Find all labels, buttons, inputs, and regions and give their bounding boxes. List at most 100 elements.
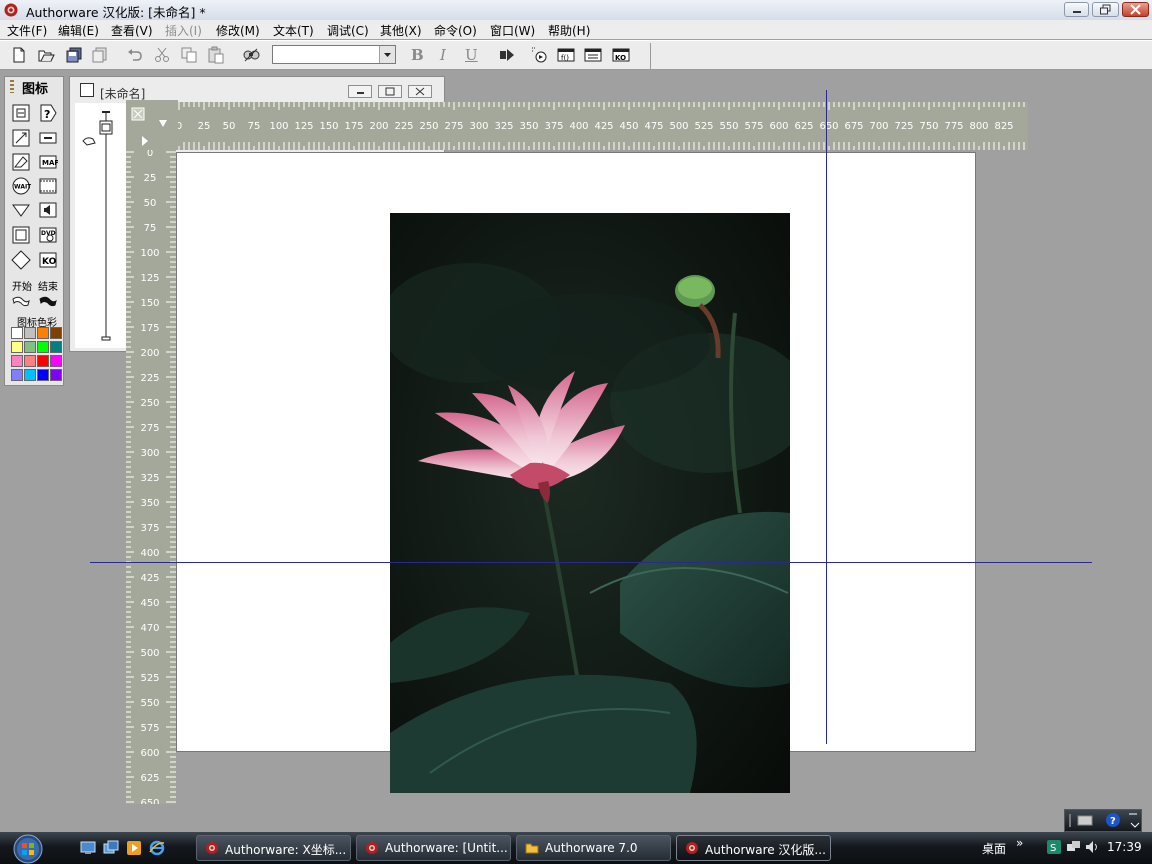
erase-icon[interactable] bbox=[11, 152, 31, 172]
tray-network-icon[interactable] bbox=[1065, 839, 1081, 855]
vertical-ruler[interactable]: 0 25 50 75 100 125 150 175 200 225 250 275 300 325 350… bbox=[126, 148, 176, 809]
icon-color-swatch[interactable] bbox=[50, 327, 62, 339]
taskbar-task-button[interactable]: Authorware: X坐标... bbox=[196, 835, 351, 861]
menu-modify[interactable]: 修改(M) bbox=[216, 22, 260, 39]
icon-color-swatch[interactable] bbox=[11, 341, 23, 353]
copy-icon[interactable] bbox=[180, 46, 198, 64]
italic-button[interactable]: I bbox=[440, 46, 446, 64]
lotus-image bbox=[390, 213, 790, 793]
flowline-close-button[interactable] bbox=[408, 85, 432, 98]
dvd-icon[interactable]: DVD bbox=[38, 225, 58, 245]
taskbar-task-button[interactable]: Authorware 7.0 bbox=[516, 835, 671, 861]
media-player-icon[interactable] bbox=[126, 840, 142, 856]
menu-bar: 文件(F) 编辑(E) 查看(V) 插入(I) 修改(M) 文本(T) 调试(C… bbox=[0, 20, 1152, 39]
undo-icon[interactable] bbox=[126, 46, 144, 64]
icon-color-swatch[interactable] bbox=[37, 369, 49, 381]
title-bar[interactable]: Authorware 汉化版: [未命名] * bbox=[0, 0, 1152, 21]
menu-edit[interactable]: 编辑(E) bbox=[58, 22, 99, 39]
icon-color-swatch[interactable] bbox=[50, 355, 62, 367]
icon-color-swatch[interactable] bbox=[11, 369, 23, 381]
show-desktop-icon[interactable] bbox=[80, 840, 96, 856]
restore-button[interactable] bbox=[1092, 2, 1119, 17]
knowledge-objects-icon[interactable]: KO bbox=[612, 46, 630, 64]
open-file-icon[interactable] bbox=[37, 46, 55, 64]
minimize-button[interactable] bbox=[1064, 2, 1089, 17]
functions-icon[interactable]: f() bbox=[557, 46, 575, 64]
motion-icon[interactable] bbox=[11, 128, 31, 148]
tray-chevron[interactable]: » bbox=[1016, 836, 1023, 850]
taskbar-clock[interactable]: 17:39 bbox=[1107, 840, 1142, 854]
presentation-window[interactable]: 0 25 50 75 100 125 150 175 200 225 250 275 300 325 350… bbox=[90, 90, 1092, 809]
icon-color-swatch[interactable] bbox=[11, 355, 23, 367]
start-flag-icon[interactable] bbox=[11, 291, 31, 311]
interaction-icon[interactable]: ? bbox=[38, 103, 58, 123]
display-icon[interactable] bbox=[11, 103, 31, 123]
maximize-icon bbox=[385, 87, 395, 96]
icon-color-swatch[interactable] bbox=[37, 341, 49, 353]
icon-color-swatch[interactable] bbox=[37, 327, 49, 339]
icon-color-swatch[interactable] bbox=[24, 369, 36, 381]
menu-text[interactable]: 文本(T) bbox=[273, 22, 314, 39]
menu-window[interactable]: 窗口(W) bbox=[490, 22, 535, 39]
icon-color-swatch[interactable] bbox=[24, 355, 36, 367]
icon-color-swatch[interactable] bbox=[24, 327, 36, 339]
control-panel-icon[interactable] bbox=[530, 46, 548, 64]
end-flag-icon[interactable] bbox=[38, 291, 58, 311]
menu-commands[interactable]: 命令(O) bbox=[434, 22, 477, 39]
digital-movie-icon[interactable] bbox=[38, 176, 58, 196]
vertical-guide-line[interactable] bbox=[826, 90, 827, 744]
language-bar[interactable]: ? bbox=[1064, 809, 1142, 832]
start-button[interactable] bbox=[6, 833, 50, 864]
flowline-minimize-button[interactable] bbox=[348, 85, 372, 98]
paste-icon[interactable] bbox=[207, 46, 225, 64]
cut-icon[interactable] bbox=[153, 46, 171, 64]
map-icon[interactable]: MAP bbox=[38, 152, 58, 172]
icon-color-swatch[interactable] bbox=[37, 355, 49, 367]
menu-view[interactable]: 查看(V) bbox=[111, 22, 153, 39]
switch-windows-icon[interactable] bbox=[103, 840, 119, 856]
font-select-arrow[interactable] bbox=[379, 46, 395, 63]
horizontal-guide-line[interactable] bbox=[90, 562, 1092, 563]
framework-icon[interactable] bbox=[11, 225, 31, 245]
wait-icon[interactable]: WAIT bbox=[11, 176, 31, 196]
taskbar-task-button[interactable]: Authorware: [Untit... bbox=[356, 835, 511, 861]
ruler-tick-label: 250 bbox=[419, 121, 438, 132]
presentation-stage[interactable] bbox=[176, 152, 976, 793]
authorware-app-icon[interactable] bbox=[4, 3, 18, 17]
decision-icon[interactable] bbox=[11, 250, 31, 270]
ruler-tick-label: 275 bbox=[444, 121, 463, 132]
find-icon[interactable] bbox=[242, 46, 260, 64]
menu-insert[interactable]: 插入(I) bbox=[165, 22, 202, 39]
underline-button[interactable]: U bbox=[465, 46, 478, 64]
menu-file[interactable]: 文件(F) bbox=[7, 22, 47, 39]
tray-desktop-label[interactable]: 桌面 bbox=[982, 840, 1006, 857]
icon-palette-header[interactable]: 图标 bbox=[5, 77, 63, 97]
taskbar-task-button[interactable]: Authorware 汉化版... bbox=[676, 835, 831, 861]
variables-icon[interactable] bbox=[584, 46, 602, 64]
sound-icon[interactable] bbox=[38, 200, 58, 220]
icon-color-swatch[interactable] bbox=[24, 341, 36, 353]
flowline-maximize-button[interactable] bbox=[378, 85, 402, 98]
lotus-photo[interactable] bbox=[390, 213, 790, 793]
menu-xtras[interactable]: 其他(X) bbox=[380, 22, 422, 39]
internet-explorer-icon[interactable] bbox=[149, 840, 165, 856]
tray-app-icon[interactable]: S bbox=[1046, 839, 1062, 855]
menu-help[interactable]: 帮助(H) bbox=[548, 22, 590, 39]
save-all-icon[interactable] bbox=[65, 46, 83, 64]
calculation-icon[interactable] bbox=[38, 128, 58, 148]
icon-color-swatch[interactable] bbox=[11, 327, 23, 339]
icon-color-swatch[interactable] bbox=[50, 369, 62, 381]
icon-color-swatch[interactable] bbox=[50, 341, 62, 353]
horizontal-ruler[interactable]: 0 25 50 75 100 125 150 175 200 225 250 275 300 325 350… bbox=[176, 102, 1028, 150]
bold-button[interactable]: B bbox=[411, 46, 424, 64]
knowledge-object-icon[interactable]: KO bbox=[38, 250, 58, 270]
grip-icon[interactable] bbox=[10, 80, 14, 93]
run-icon[interactable] bbox=[498, 46, 516, 64]
close-button[interactable] bbox=[1122, 2, 1149, 17]
menu-debug[interactable]: 调试(C) bbox=[327, 22, 369, 39]
import-icon[interactable] bbox=[91, 46, 109, 64]
font-select[interactable] bbox=[272, 45, 396, 64]
navigate-icon[interactable] bbox=[11, 200, 31, 220]
tray-volume-icon[interactable] bbox=[1084, 839, 1100, 855]
new-file-icon[interactable] bbox=[10, 46, 28, 64]
